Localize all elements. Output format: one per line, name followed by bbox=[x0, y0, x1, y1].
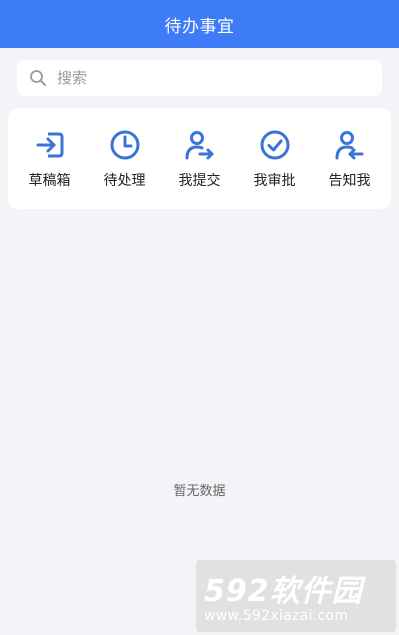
pending-button[interactable]: 待处理 bbox=[90, 128, 160, 190]
drafts-button[interactable]: 草稿箱 bbox=[15, 128, 85, 190]
quick-actions-panel: 草稿箱 待处理 我提交 我审批 告知我 bbox=[8, 108, 391, 209]
my-approvals-label: 我审批 bbox=[253, 173, 296, 189]
pending-label: 待处理 bbox=[103, 173, 146, 189]
watermark-url: www.592xiazai.com bbox=[204, 608, 349, 624]
check-circle-icon bbox=[260, 130, 289, 160]
search-icon bbox=[29, 69, 47, 87]
empty-state-text: 暂无数据 bbox=[173, 484, 226, 499]
drafts-label: 草稿箱 bbox=[28, 173, 71, 189]
watermark-brand: 592软件园 bbox=[204, 574, 363, 609]
search-input[interactable] bbox=[57, 69, 337, 87]
user-arrow-left-icon bbox=[335, 131, 363, 160]
watermark: 592软件园 www.592xiazai.com bbox=[196, 560, 396, 632]
clock-icon bbox=[110, 130, 139, 160]
notify-me-button[interactable]: 告知我 bbox=[315, 128, 385, 190]
empty-state: 暂无数据 bbox=[0, 480, 399, 499]
inbox-arrow-icon bbox=[36, 132, 63, 158]
page-title: 待办事宜 bbox=[164, 16, 235, 37]
my-approvals-button[interactable]: 我审批 bbox=[240, 128, 310, 190]
my-submissions-label: 我提交 bbox=[178, 173, 221, 189]
my-submissions-button[interactable]: 我提交 bbox=[165, 128, 235, 190]
user-arrow-right-icon bbox=[185, 131, 213, 160]
title-bar: 待办事宜 bbox=[0, 0, 399, 48]
search-bar[interactable] bbox=[17, 60, 382, 96]
notify-me-label: 告知我 bbox=[328, 173, 371, 189]
